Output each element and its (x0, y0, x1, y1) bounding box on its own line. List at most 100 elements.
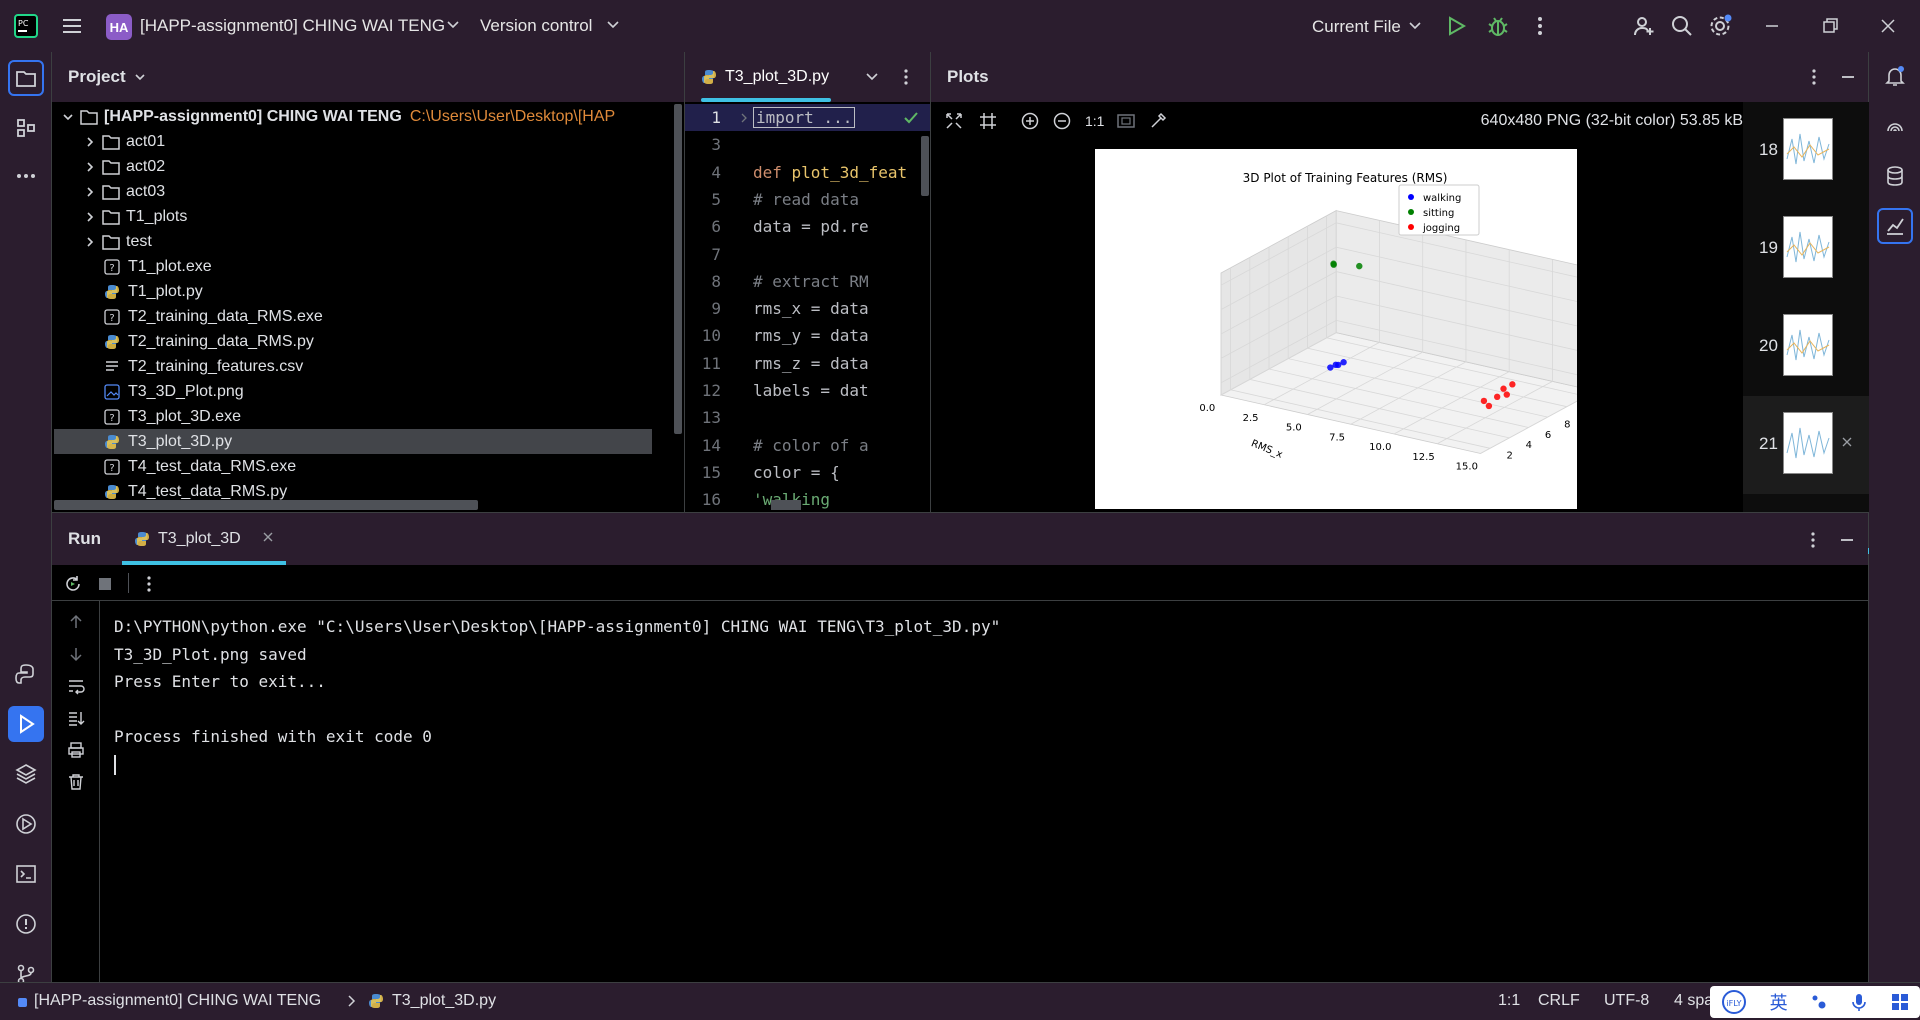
python-console-button[interactable] (8, 656, 44, 692)
close-window-icon[interactable] (1876, 14, 1900, 38)
ai-assistant-button[interactable] (1877, 108, 1913, 144)
editor-tab[interactable]: T3_plot_3D.py (685, 52, 847, 102)
python-packages-button[interactable] (8, 756, 44, 792)
punctuation-icon[interactable] (1810, 993, 1828, 1011)
caret-position[interactable]: 1:1 (1498, 992, 1520, 1010)
minimize-panel-icon[interactable] (1838, 531, 1856, 549)
database-button[interactable] (1877, 158, 1913, 194)
fit-window-icon[interactable] (1117, 112, 1135, 130)
code-line[interactable]: 3 (685, 131, 931, 158)
code-line[interactable]: 1 import ... (685, 104, 931, 131)
tree-file-row[interactable]: ? T3_plot_3D.exe (54, 404, 241, 429)
chevron-down-icon[interactable] (606, 18, 620, 32)
console-output[interactable]: D:\PYTHON\python.exe "C:\Users\User\Desk… (114, 613, 1000, 778)
chevron-down-icon[interactable] (865, 70, 879, 84)
code-line[interactable]: 14 # color of a (685, 432, 931, 459)
project-name-dropdown[interactable]: [HAPP-assignment0] CHING WAI TENG (140, 16, 445, 36)
more-tools-button[interactable] (8, 158, 44, 194)
more-vertical-icon[interactable] (897, 68, 915, 86)
apps-grid-icon[interactable] (1891, 993, 1909, 1011)
fit-zoom-icon[interactable] (945, 112, 963, 130)
minimize-panel-icon[interactable] (1839, 68, 1857, 86)
code-line[interactable]: 11 rms_z = data (685, 350, 931, 377)
close-icon[interactable] (262, 531, 274, 543)
microphone-icon[interactable] (1850, 993, 1868, 1011)
terminal-button[interactable] (8, 856, 44, 892)
more-vertical-icon[interactable] (1805, 68, 1823, 86)
code-line[interactable]: 16 'walking (685, 486, 931, 513)
restore-window-icon[interactable] (1818, 14, 1842, 38)
main-menu-icon[interactable] (60, 14, 84, 38)
code-line[interactable]: 7 (685, 241, 931, 268)
file-encoding[interactable]: UTF-8 (1604, 992, 1649, 1010)
code-line[interactable]: 10 rms_y = data (685, 322, 931, 349)
close-icon[interactable] (1841, 436, 1853, 448)
code-line[interactable]: 6 data = pd.re (685, 213, 931, 240)
line-separator[interactable]: CRLF (1538, 992, 1580, 1010)
code-line[interactable]: 8 # extract RM (685, 268, 931, 295)
code-line[interactable]: 5 # read data (685, 186, 931, 213)
sciview-plots-button[interactable] (1877, 208, 1913, 244)
chevron-right-icon[interactable] (82, 161, 98, 173)
tree-file-row[interactable]: T3_3D_Plot.png (54, 379, 244, 404)
plot-thumbnail[interactable]: 20 (1743, 298, 1869, 396)
code-line[interactable]: 12 labels = dat (685, 377, 931, 404)
editor-hscrollbar[interactable] (771, 500, 801, 510)
version-control-dropdown[interactable]: Version control (480, 16, 592, 36)
code-with-me-icon[interactable] (1632, 14, 1656, 38)
ifly-logo-icon[interactable]: iFLY (1721, 989, 1747, 1015)
plot-thumbnail[interactable]: 18 (1743, 102, 1869, 200)
search-icon[interactable] (1670, 14, 1694, 38)
services-button[interactable] (8, 806, 44, 842)
chevron-right-icon[interactable] (82, 186, 98, 198)
editor-scrollbar[interactable] (921, 136, 929, 196)
chevron-right-icon[interactable] (82, 136, 98, 148)
soft-wrap-icon[interactable] (67, 677, 85, 695)
tree-file-row[interactable]: ? T4_test_data_RMS.exe (54, 454, 296, 479)
ime-language-toggle[interactable]: 英 (1770, 989, 1788, 1015)
tree-folder-row[interactable]: act03 (82, 179, 165, 204)
notifications-button[interactable] (1877, 58, 1913, 94)
tree-file-row[interactable]: ? T1_plot.exe (54, 254, 212, 279)
vertical-scrollbar[interactable] (674, 104, 682, 434)
color-picker-icon[interactable] (1149, 112, 1167, 130)
tree-folder-row[interactable]: act02 (82, 154, 165, 179)
more-vertical-icon[interactable] (140, 575, 158, 593)
plot-thumbnail[interactable]: 21 (1743, 396, 1869, 494)
chevron-down-icon[interactable] (60, 111, 76, 123)
structure-tool-button[interactable] (8, 110, 44, 146)
fold-chevron-icon[interactable] (735, 113, 753, 123)
chevron-right-icon[interactable] (82, 211, 98, 223)
pycharm-logo-icon[interactable]: PC (14, 14, 38, 38)
code-line[interactable]: 4 def plot_3d_feat (685, 159, 931, 186)
chevron-down-icon[interactable] (1408, 19, 1422, 33)
tree-file-row[interactable]: ? T2_training_data_RMS.exe (54, 304, 323, 329)
debug-icon[interactable] (1486, 14, 1510, 38)
folded-imports[interactable]: import ... (753, 107, 856, 128)
tree-folder-row[interactable]: test (82, 229, 152, 254)
trash-icon[interactable] (67, 773, 85, 791)
run-tab[interactable]: T3_plot_3D (118, 513, 284, 565)
project-title[interactable]: Project (68, 67, 126, 87)
zoom-in-icon[interactable] (1021, 112, 1039, 130)
zoom-out-icon[interactable] (1053, 112, 1071, 130)
actual-size-button[interactable]: 1:1 (1085, 113, 1104, 129)
project-badge[interactable]: HA (106, 14, 132, 40)
arrow-up-icon[interactable] (67, 613, 85, 631)
chevron-down-icon[interactable] (446, 18, 460, 32)
code-line[interactable]: 15 color = { (685, 459, 931, 486)
print-icon[interactable] (67, 741, 85, 759)
tree-folder-row[interactable]: T1_plots (82, 204, 187, 229)
project-tool-button[interactable] (8, 60, 44, 96)
code-line[interactable]: 9 rms_x = data (685, 295, 931, 322)
problems-button[interactable] (8, 906, 44, 942)
tree-root-row[interactable]: [HAPP-assignment0] CHING WAI TENG C:\Use… (60, 104, 615, 129)
breadcrumb-project[interactable]: [HAPP-assignment0] CHING WAI TENG (34, 992, 321, 1010)
chevron-right-icon[interactable] (82, 236, 98, 248)
arrow-down-icon[interactable] (67, 645, 85, 663)
scroll-to-end-icon[interactable] (67, 709, 85, 727)
more-vertical-icon[interactable] (1528, 14, 1552, 38)
minimize-window-icon[interactable] (1760, 14, 1784, 38)
breadcrumb-file[interactable]: T3_plot_3D.py (392, 992, 496, 1010)
run-tool-button[interactable] (8, 706, 44, 742)
